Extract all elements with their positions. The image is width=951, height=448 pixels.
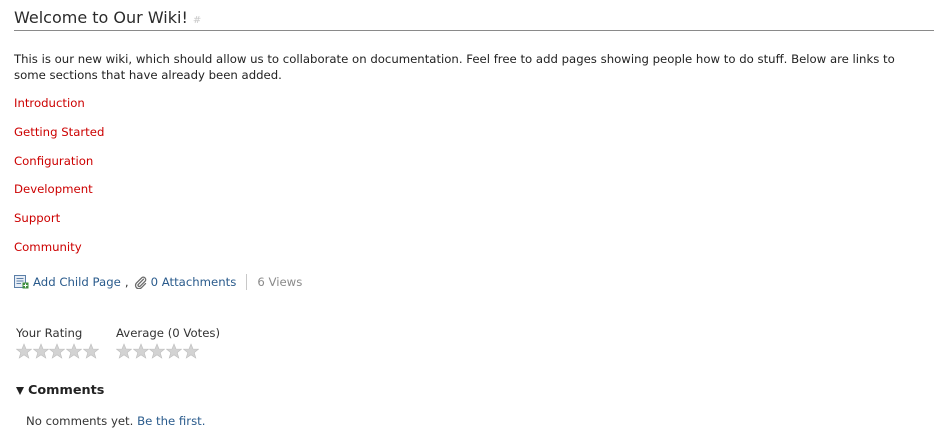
wiki-page: Welcome to Our Wiki! # This is our new wi… <box>0 0 951 448</box>
star-icon[interactable] <box>49 343 66 359</box>
section-link-introduction[interactable]: Introduction <box>14 95 104 124</box>
page-header: Welcome to Our Wiki! # <box>14 8 934 31</box>
section-link-development[interactable]: Development <box>14 181 104 210</box>
star-icon <box>116 343 132 359</box>
meta-separator-comma: , <box>124 275 129 289</box>
star-icon[interactable] <box>66 343 83 359</box>
section-link-support[interactable]: Support <box>14 210 104 239</box>
no-comments-text: No comments yet. <box>26 414 134 428</box>
intro-paragraph: This is our new wiki, which should allow… <box>14 52 895 82</box>
paperclip-icon <box>134 276 146 289</box>
comments-toggle[interactable]: Comments <box>16 383 104 398</box>
section-link-getting-started[interactable]: Getting Started <box>14 124 104 153</box>
section-link-community[interactable]: Community <box>14 239 104 268</box>
attachments-link[interactable]: 0 Attachments <box>151 275 237 289</box>
comments-heading: Comments <box>28 383 105 398</box>
average-rating: Average (0 Votes) <box>116 326 220 359</box>
star-icon <box>182 343 199 359</box>
average-rating-stars <box>116 343 220 359</box>
add-child-page-link[interactable]: Add Child Page <box>33 275 121 289</box>
your-rating: Your Rating <box>16 326 99 359</box>
section-links: Introduction Getting Started Configurati… <box>14 95 104 268</box>
no-comments-message: No comments yet. Be the first. <box>26 414 205 428</box>
view-count: 6 Views <box>257 275 303 289</box>
page-meta-bar: Add Child Page , 0 Attachments 6 Views <box>14 274 302 290</box>
page-add-icon[interactable] <box>14 275 29 289</box>
meta-divider <box>246 274 248 290</box>
star-icon <box>132 343 149 359</box>
star-icon[interactable] <box>16 343 32 359</box>
star-icon[interactable] <box>82 343 99 359</box>
permalink-anchor[interactable]: # <box>193 15 201 26</box>
your-rating-stars <box>16 343 99 359</box>
be-the-first-link[interactable]: Be the first. <box>137 414 205 428</box>
page-title: Welcome to Our Wiki! <box>14 8 188 27</box>
star-icon[interactable] <box>32 343 49 359</box>
star-icon <box>149 343 166 359</box>
section-link-configuration[interactable]: Configuration <box>14 153 104 182</box>
collapse-triangle-icon <box>16 387 24 395</box>
average-rating-label: Average (0 Votes) <box>116 326 221 340</box>
star-icon <box>166 343 183 359</box>
your-rating-label: Your Rating <box>16 326 83 340</box>
